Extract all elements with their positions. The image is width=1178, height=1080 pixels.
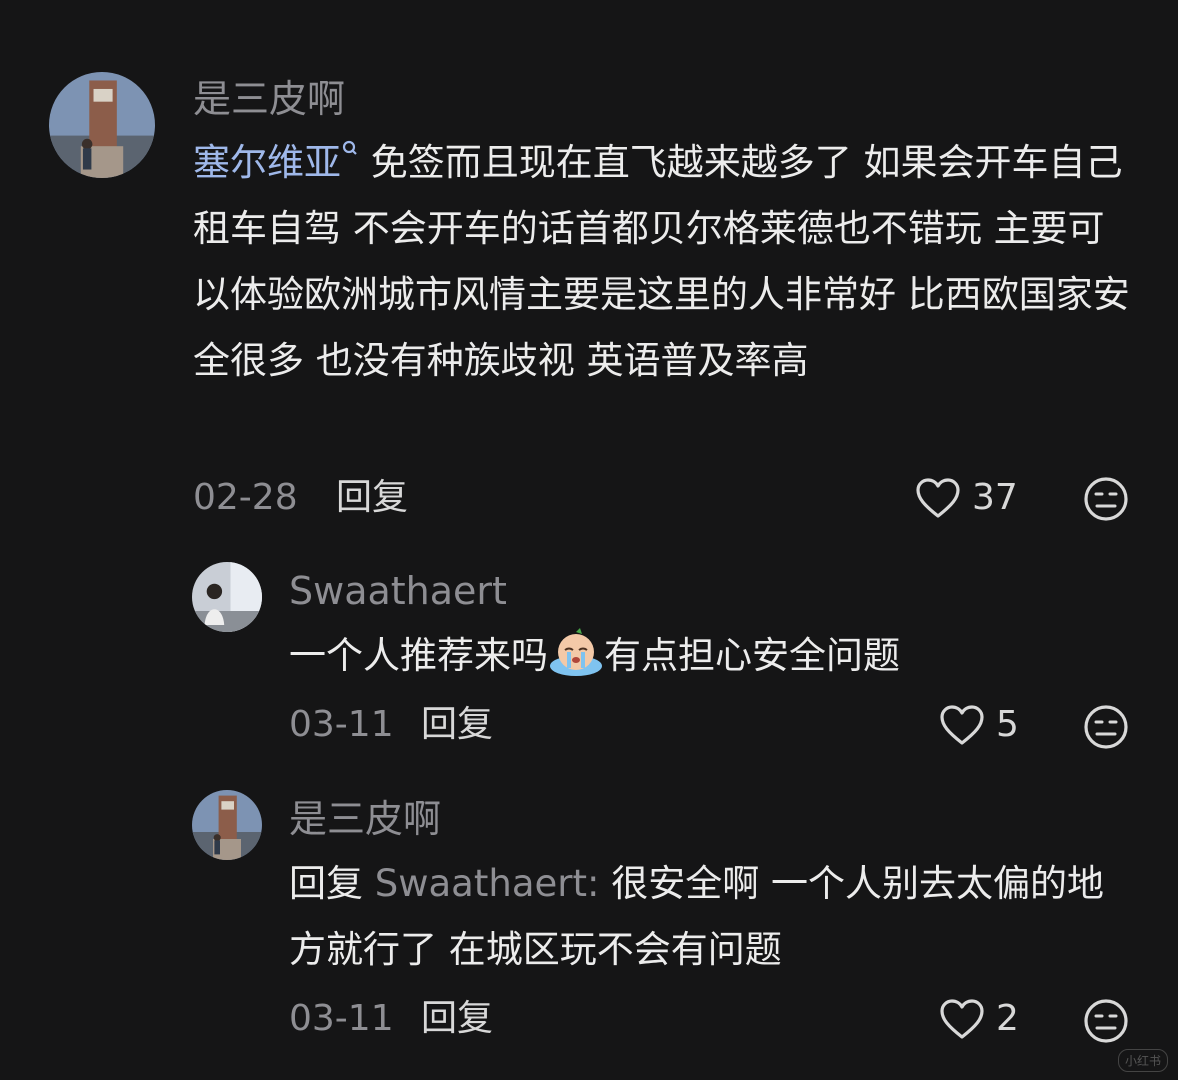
search-icon — [342, 140, 357, 155]
like-count: 37 — [972, 477, 1018, 518]
comment-date: 03-11 — [289, 998, 394, 1039]
reply-button[interactable]: 回复 — [421, 1001, 493, 1037]
heart-icon — [940, 999, 984, 1039]
unamused-face-icon — [1084, 477, 1128, 521]
crying-emoji-icon — [548, 628, 604, 678]
comment-username[interactable]: 是三皮啊 — [289, 800, 441, 838]
like-count: 5 — [996, 704, 1019, 745]
comment-date: 03-11 — [289, 704, 394, 745]
unamused-face-icon — [1084, 999, 1128, 1043]
tower-photo-avatar-icon — [49, 72, 155, 178]
avatar[interactable] — [192, 790, 262, 860]
like-count: 2 — [996, 998, 1019, 1039]
reply-button[interactable]: 回复 — [336, 480, 408, 516]
dislike-button[interactable] — [1082, 997, 1130, 1045]
location-mention-link[interactable]: 塞尔维亚 — [193, 140, 359, 184]
comment-date: 02-28 — [193, 477, 298, 518]
avatar[interactable] — [49, 72, 155, 178]
comment-text: 回复 Swaathaert: 很安全啊 一个人别去太偏的地方就行了 在城区玩不会… — [289, 862, 1104, 971]
comment-username[interactable]: 是三皮啊 — [193, 80, 345, 118]
reply-button[interactable]: 回复 — [421, 707, 493, 743]
unamused-face-icon — [1084, 705, 1128, 749]
like-button[interactable]: 37 — [914, 476, 1018, 520]
comment-username[interactable]: Swaathaert — [289, 572, 507, 610]
watermark: 小红书 — [1117, 1049, 1168, 1072]
dislike-button[interactable] — [1082, 703, 1130, 751]
comment-text: 塞尔维亚 免签而且现在直飞越来越多了 如果会开车自己租车自驾 不会开车的话首都贝… — [193, 130, 1138, 394]
heart-icon — [916, 478, 960, 518]
like-button[interactable]: 5 — [938, 703, 1019, 747]
tower-photo-avatar-icon — [192, 790, 262, 860]
window-photo-avatar-icon — [192, 562, 262, 632]
comment-text: 一个人推荐来吗 有点担心安全问题 — [289, 623, 1149, 689]
reply-target-link[interactable]: Swaathaert: — [363, 862, 600, 905]
heart-icon — [940, 705, 984, 745]
like-button[interactable]: 2 — [938, 997, 1019, 1041]
avatar[interactable] — [192, 562, 262, 632]
dislike-button[interactable] — [1082, 475, 1130, 523]
